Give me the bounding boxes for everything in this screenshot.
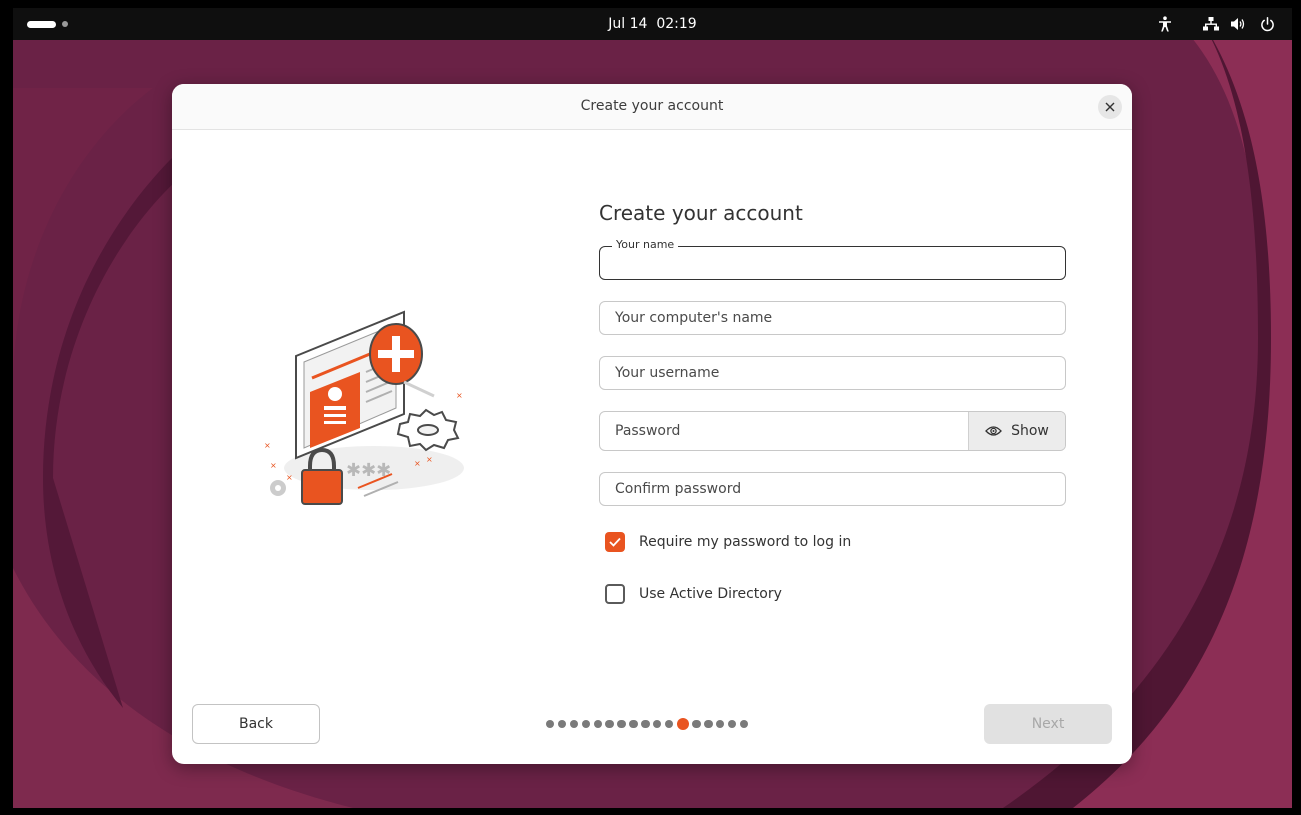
confirm-password-field[interactable] <box>599 472 1066 506</box>
svg-text:×: × <box>414 459 421 468</box>
clock-area: Jul 14 02:19 <box>13 8 1292 40</box>
show-password-button[interactable]: Show <box>968 412 1065 450</box>
step-dot <box>629 719 638 729</box>
step-dot <box>546 719 555 729</box>
step-indicator <box>546 718 749 730</box>
step-dot <box>593 719 602 729</box>
activities-icon <box>27 20 56 28</box>
installer-dialog: Create your account ✱✱✱ × × × × × × Crea… <box>172 84 1132 764</box>
step-dot <box>664 719 674 729</box>
step-dot <box>557 719 567 729</box>
network-wired-icon[interactable] <box>1202 15 1220 33</box>
show-password-label: Show <box>1011 423 1049 439</box>
computer-name-field[interactable] <box>599 301 1066 335</box>
svg-text:×: × <box>426 455 433 464</box>
confirm-password-input[interactable] <box>600 473 1065 505</box>
step-dot <box>704 719 713 729</box>
step-dot <box>641 719 650 729</box>
desktop: Jul 14 02:19 Create your account ✱✱✱ × ×… <box>13 8 1292 808</box>
username-field[interactable] <box>599 356 1066 390</box>
step-dot <box>569 719 579 729</box>
checkmark-icon <box>609 537 621 547</box>
step-dot-current <box>676 718 689 730</box>
step-dot <box>692 719 701 729</box>
password-input[interactable] <box>600 412 970 450</box>
step-dot <box>581 719 591 729</box>
require-password-checkbox[interactable]: Require my password to log in <box>605 532 851 552</box>
require-password-label: Require my password to log in <box>639 534 852 550</box>
step-dot <box>716 719 725 729</box>
close-button[interactable] <box>1098 95 1122 119</box>
activities-button[interactable] <box>27 18 68 30</box>
workspace-dot <box>62 21 68 27</box>
svg-text:×: × <box>264 441 271 450</box>
accessibility-icon[interactable] <box>1156 15 1174 33</box>
next-button[interactable]: Next <box>984 704 1112 744</box>
active-directory-check-box[interactable] <box>605 584 625 604</box>
dialog-titlebar: Create your account <box>172 84 1132 130</box>
power-icon[interactable] <box>1258 15 1276 33</box>
system-tray[interactable] <box>1146 15 1276 33</box>
active-directory-label: Use Active Directory <box>639 586 782 602</box>
computer-name-input[interactable] <box>600 302 1065 334</box>
volume-icon[interactable] <box>1230 15 1248 33</box>
svg-text:×: × <box>286 473 293 482</box>
dialog-title: Create your account <box>580 98 724 114</box>
eye-icon <box>985 426 1003 436</box>
step-dot <box>727 719 737 729</box>
account-illustration: ✱✱✱ × × × × × × <box>264 310 464 505</box>
top-bar: Jul 14 02:19 <box>13 8 1292 40</box>
clock[interactable]: Jul 14 02:19 <box>608 16 696 32</box>
your-name-field[interactable]: Your name <box>599 238 1066 280</box>
step-dot <box>653 719 662 729</box>
svg-text:×: × <box>456 391 463 400</box>
username-input[interactable] <box>600 357 1065 389</box>
close-icon <box>1105 102 1115 112</box>
form-heading: Create your account <box>599 201 803 225</box>
active-directory-checkbox[interactable]: Use Active Directory <box>605 584 782 604</box>
require-password-check-box[interactable] <box>605 532 625 552</box>
step-dot <box>739 719 749 729</box>
your-name-label: Your name <box>612 238 679 252</box>
step-dot <box>605 719 614 729</box>
password-field[interactable]: Show <box>599 411 1066 451</box>
step-dot <box>617 719 626 729</box>
svg-text:×: × <box>270 461 277 470</box>
back-button[interactable]: Back <box>192 704 320 744</box>
